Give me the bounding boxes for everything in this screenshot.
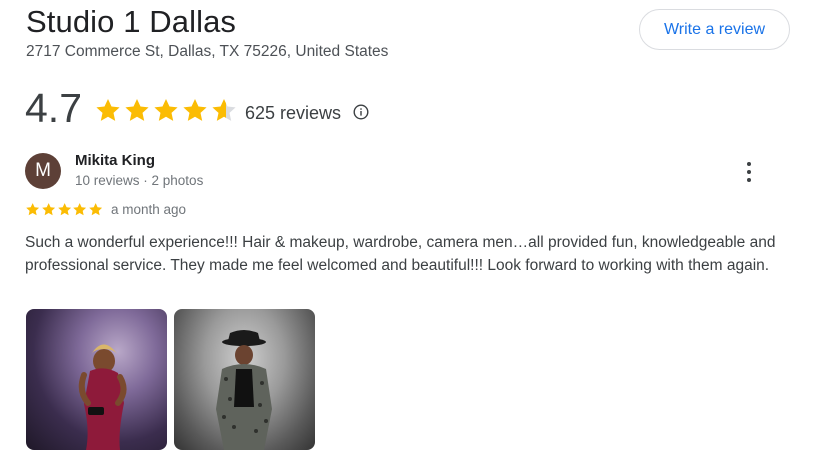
- woman-in-cowboy-hat-photo: [216, 330, 272, 450]
- star-icon: [89, 203, 103, 216]
- star-icon: [26, 203, 40, 216]
- info-icon[interactable]: [353, 104, 369, 120]
- reviewer-meta: 10 reviews · 2 photos: [75, 173, 204, 188]
- average-rating: 4.7: [25, 85, 82, 131]
- star-icon: [42, 203, 55, 216]
- average-rating-stars: [94, 97, 238, 124]
- review-time: a month ago: [111, 202, 187, 217]
- star-icon: [125, 99, 149, 121]
- review-photo[interactable]: [26, 309, 167, 450]
- review-photo[interactable]: [174, 309, 315, 450]
- place-address: 2717 Commerce St, Dallas, TX 75226, Unit…: [26, 43, 389, 60]
- reviews-count: 625 reviews: [245, 103, 342, 123]
- woman-in-red-dress-photo: [78, 344, 127, 450]
- star-icon: [154, 99, 178, 121]
- more-vert-icon[interactable]: [738, 160, 760, 184]
- place-title: Studio 1 Dallas: [26, 4, 237, 39]
- star-icon: [57, 203, 71, 216]
- reviewer-name[interactable]: Mikita King: [75, 152, 155, 169]
- write-review-button[interactable]: Write a review: [639, 9, 790, 50]
- half-star-icon: [212, 99, 236, 121]
- review-text: Such a wonderful experience!!! Hair & ma…: [25, 234, 776, 274]
- reviewer-avatar[interactable]: M: [25, 153, 61, 189]
- review-stars: [25, 202, 103, 217]
- star-icon: [183, 99, 207, 121]
- star-icon: [73, 203, 87, 216]
- star-icon: [96, 99, 120, 121]
